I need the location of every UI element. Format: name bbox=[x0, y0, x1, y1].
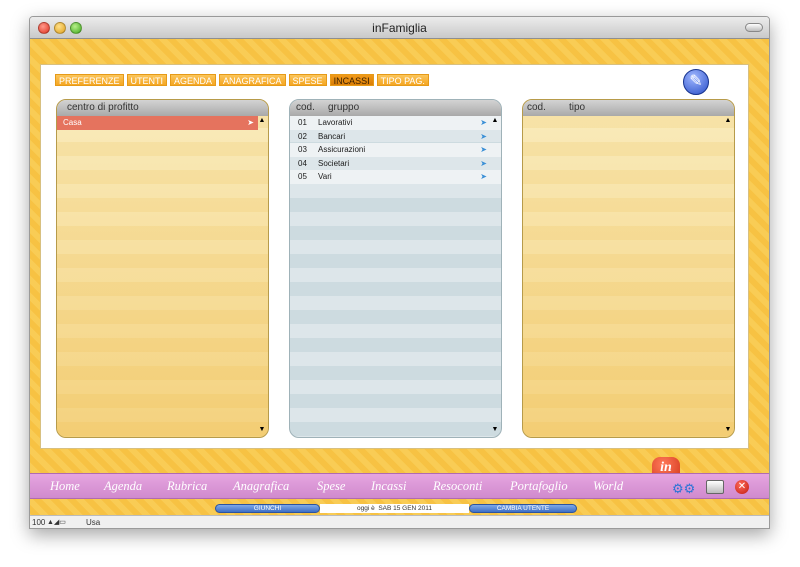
list-item[interactable]: Casa ➤ bbox=[57, 116, 258, 130]
scroll-up-icon[interactable]: ▲ bbox=[491, 117, 499, 124]
settings-panel: PREFERENZE UTENTI AGENDA ANAGRAFICA SPES… bbox=[40, 64, 749, 449]
zoom-window-button[interactable] bbox=[70, 22, 82, 34]
group-list: cod. gruppo 01 Lavorativi ➤ 02 Bancari ➤ 0… bbox=[289, 99, 502, 438]
type-list: cod. tipo ▲ ▼ bbox=[522, 99, 735, 438]
arrow-right-icon: ➤ bbox=[480, 145, 487, 155]
main-nav: Home Agenda Rubrica Anagrafica Spese Inc… bbox=[30, 473, 769, 499]
nav-home[interactable]: Home bbox=[50, 479, 80, 494]
arrow-right-icon: ➤ bbox=[480, 118, 487, 127]
status-bar: GIUNCHI oggi è SAB 15 GEN 2011 CAMBIA UT… bbox=[215, 503, 577, 513]
current-user-button[interactable]: GIUNCHI bbox=[215, 503, 320, 513]
close-window-button[interactable] bbox=[38, 22, 50, 34]
profit-center-list: centro di profitto Casa ➤ ▲ ▼ bbox=[56, 99, 269, 438]
gears-icon[interactable]: ⚙⚙ bbox=[672, 481, 695, 497]
zoom-controls-icon[interactable]: ▲◢▭ bbox=[47, 516, 66, 528]
today-date: oggi è SAB 15 GEN 2011 bbox=[320, 503, 469, 513]
profit-center-header: centro di profitto bbox=[57, 100, 268, 116]
table-row[interactable]: 02 Bancari ➤ bbox=[290, 130, 501, 144]
tab-spese[interactable]: SPESE bbox=[288, 74, 327, 86]
nav-agenda[interactable]: Agenda bbox=[104, 479, 142, 494]
tab-preferenze[interactable]: PREFERENZE bbox=[55, 74, 124, 86]
window-title: inFamiglia bbox=[372, 21, 427, 35]
tab-tipo-pag[interactable]: TIPO PAG. bbox=[376, 74, 429, 86]
nav-rubrica[interactable]: Rubrica bbox=[167, 479, 207, 494]
nav-incassi[interactable]: Incassi bbox=[371, 479, 406, 494]
settings-tabs: PREFERENZE UTENTI AGENDA ANAGRAFICA SPES… bbox=[55, 74, 429, 87]
scroll-down-icon[interactable]: ▼ bbox=[491, 426, 499, 433]
scroll-up-icon[interactable]: ▲ bbox=[724, 117, 732, 124]
table-row[interactable]: 03 Assicurazioni ➤ bbox=[290, 143, 501, 157]
arrow-right-icon: ➤ bbox=[480, 131, 487, 141]
type-header: cod. tipo bbox=[523, 100, 734, 116]
tab-utenti[interactable]: UTENTI bbox=[126, 74, 168, 86]
pencil-icon[interactable]: ✎ bbox=[683, 69, 709, 95]
tab-incassi[interactable]: INCASSI bbox=[329, 74, 374, 86]
scroll-down-icon[interactable]: ▼ bbox=[258, 426, 266, 433]
close-icon[interactable]: ✕ bbox=[735, 480, 749, 494]
tab-anagrafica[interactable]: ANAGRAFICA bbox=[219, 74, 286, 86]
arrow-right-icon: ➤ bbox=[480, 158, 487, 168]
zoom-level[interactable]: 100 bbox=[32, 516, 45, 528]
window-footer: 100 ▲◢▭ Usa bbox=[30, 515, 769, 528]
nav-spese[interactable]: Spese bbox=[317, 479, 345, 494]
minimize-window-button[interactable] bbox=[54, 22, 66, 34]
table-row[interactable]: 04 Societari ➤ bbox=[290, 157, 501, 171]
table-row[interactable]: 05 Vari ➤ bbox=[290, 170, 501, 184]
scroll-up-icon[interactable]: ▲ bbox=[258, 117, 266, 124]
nav-portafoglio[interactable]: Portafoglio bbox=[510, 479, 568, 494]
group-header: cod. gruppo bbox=[290, 100, 501, 116]
layout-mode[interactable]: Usa bbox=[86, 516, 100, 528]
toolbar-toggle-button[interactable] bbox=[745, 23, 763, 32]
change-user-button[interactable]: CAMBIA UTENTE bbox=[469, 503, 577, 513]
nav-resoconti[interactable]: Resoconti bbox=[433, 479, 482, 494]
printer-icon[interactable] bbox=[706, 480, 724, 494]
arrow-right-icon: ➤ bbox=[247, 118, 254, 127]
table-row[interactable]: 01 Lavorativi ➤ bbox=[290, 116, 501, 130]
title-bar: inFamiglia bbox=[30, 17, 769, 39]
arrow-right-icon: ➤ bbox=[480, 172, 487, 182]
scroll-down-icon[interactable]: ▼ bbox=[724, 426, 732, 433]
main-content: PREFERENZE UTENTI AGENDA ANAGRAFICA SPES… bbox=[30, 39, 769, 528]
nav-world[interactable]: World bbox=[593, 479, 623, 494]
nav-anagrafica[interactable]: Anagrafica bbox=[233, 479, 289, 494]
tab-agenda[interactable]: AGENDA bbox=[170, 74, 217, 86]
app-window: inFamiglia PREFERENZE UTENTI AGENDA ANAG… bbox=[29, 16, 770, 529]
